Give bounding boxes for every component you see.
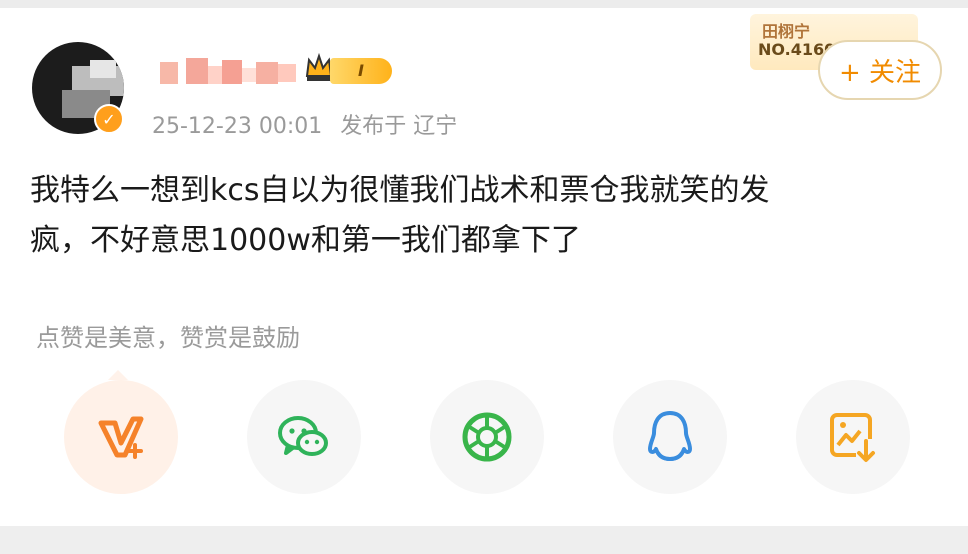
username-redacted[interactable] [160, 56, 296, 86]
post-text: 我特么一想到kcs自以为很懂我们战术和票仓我就笑的发 疯，不好意思1000w和第… [30, 166, 930, 266]
post-time: 25-12-23 00:01 [152, 114, 323, 139]
reward-icon [98, 416, 144, 459]
post-location: 发布于 辽宁 [340, 114, 458, 139]
hint-caret [108, 370, 128, 380]
reward-hint: 点赞是美意，赞赏是鼓励 [36, 324, 300, 352]
fan-card-name: 田栩宁 [762, 22, 811, 41]
save-image-icon [830, 413, 876, 463]
post-text-line: 疯，不好意思1000w和第一我们都拿下了 [30, 223, 581, 258]
bottom-strip [0, 526, 968, 554]
avatar-mosaic [90, 60, 116, 78]
wechat-icon [278, 416, 328, 456]
level-badge: I [330, 58, 392, 84]
qq-icon [648, 411, 692, 461]
verified-badge-icon: ✓ [94, 104, 124, 134]
post-meta: 25-12-23 00:01 发布于 辽宁 [152, 108, 457, 140]
top-strip [0, 0, 968, 8]
share-qq-button[interactable] [613, 380, 727, 494]
share-moments-button[interactable] [430, 380, 544, 494]
reward-button[interactable] [64, 380, 178, 494]
save-image-button[interactable] [796, 380, 910, 494]
share-wechat-button[interactable] [247, 380, 361, 494]
moments-icon [462, 412, 512, 462]
post-text-line: 我特么一想到kcs自以为很懂我们战术和票仓我就笑的发 [30, 173, 770, 208]
follow-button[interactable]: + 关注 [818, 40, 942, 100]
